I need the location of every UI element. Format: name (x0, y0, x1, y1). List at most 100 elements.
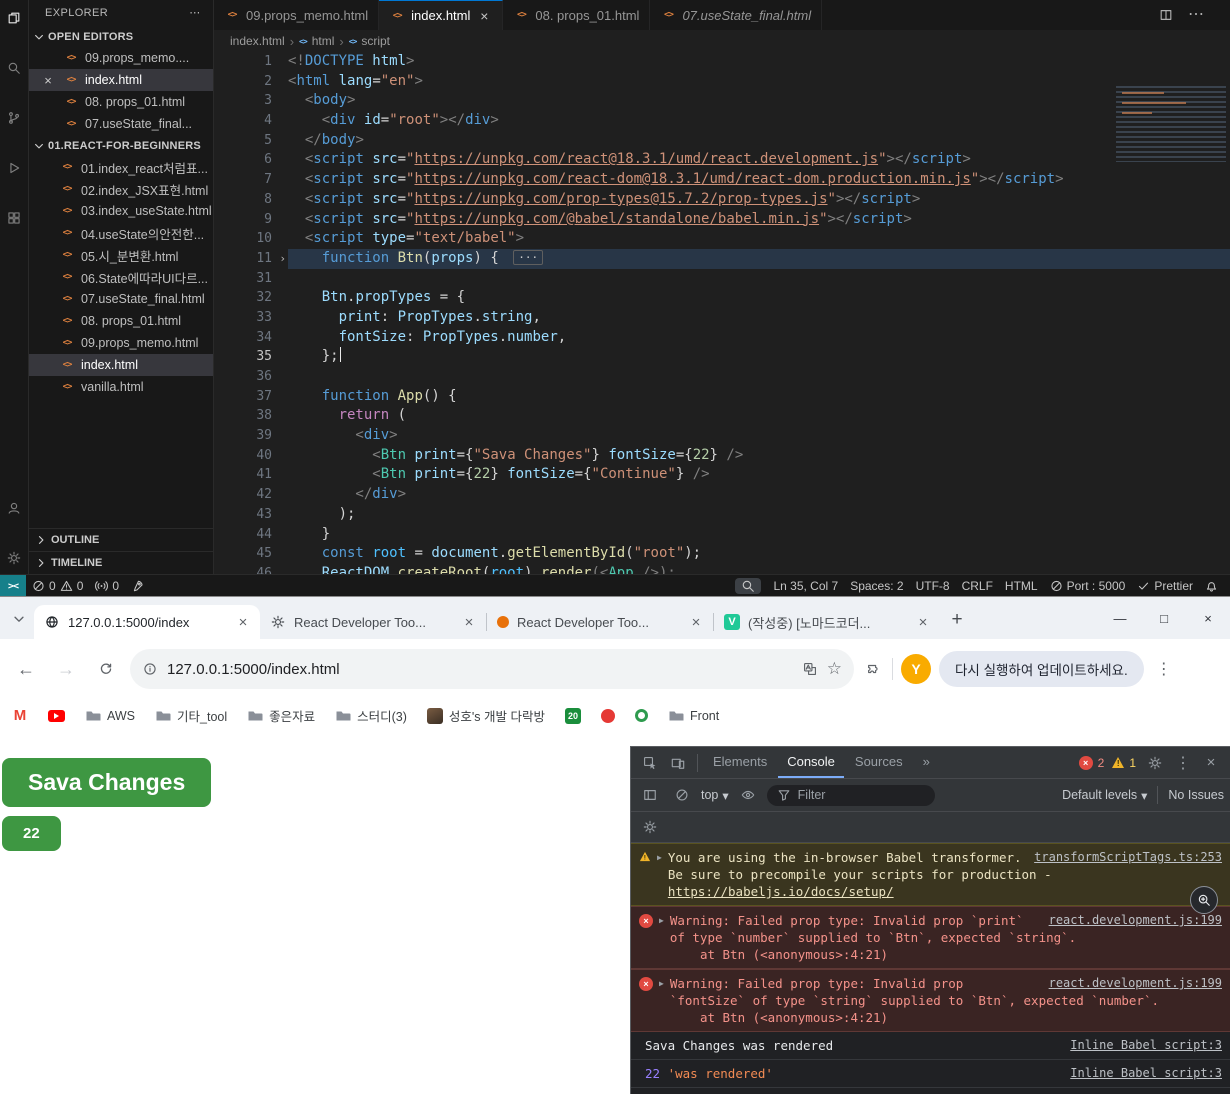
message-text[interactable]: react.development.js:199 Warning: Failed … (670, 975, 1222, 1026)
language-indicator[interactable]: HTML (999, 575, 1044, 597)
open-editor-item[interactable]: <> 07.useState_final... (29, 113, 213, 135)
source-control-activity-button[interactable] (2, 106, 26, 130)
close-icon[interactable]: × (476, 8, 492, 24)
folder-section-header[interactable]: 01.REACT-FOR-BEGINNERS (29, 135, 213, 156)
message-text[interactable]: Inline Babel script:3 Sava Changes was re… (645, 1037, 1222, 1054)
live-expression-eye-button[interactable] (735, 782, 761, 808)
file-item[interactable]: <> 06.State에따라UI다르... (29, 266, 213, 288)
maximize-button[interactable]: □ (1142, 597, 1186, 639)
ports-status[interactable]: 0 (89, 575, 125, 597)
bookmark-item[interactable] (635, 709, 649, 722)
more-actions-icon[interactable]: ⋯ (187, 5, 203, 21)
open-editors-header[interactable]: OPEN EDITORS (29, 26, 213, 47)
file-item[interactable]: <> vanilla.html (29, 376, 213, 398)
forward-icon[interactable]: → (50, 653, 82, 685)
extensions-puzzle-icon[interactable] (862, 658, 884, 680)
remote-indicator[interactable]: >< (0, 575, 26, 597)
line-col-indicator[interactable]: Ln 35, Col 7 (767, 575, 844, 597)
devtools-tab-sources[interactable]: Sources (846, 747, 912, 778)
bookmark-item[interactable]: AWS (85, 708, 135, 724)
fold-chevron-icon[interactable]: › (279, 249, 286, 269)
split-editor-icon[interactable] (1158, 7, 1174, 23)
devtools-menu-kebab-icon[interactable]: ⋮ (1170, 750, 1196, 776)
console-sidebar-button[interactable] (637, 782, 663, 808)
problems-status[interactable]: 00 (26, 575, 89, 597)
file-item[interactable]: <> 05.시_분변환.html (29, 244, 213, 266)
error-badge-icon[interactable]: × (1078, 755, 1093, 770)
timeline-section[interactable]: TIMELINE (29, 551, 213, 574)
site-info-icon[interactable] (142, 661, 158, 677)
settings-gear-activity-button[interactable] (2, 546, 26, 570)
notifications-bell[interactable] (1199, 575, 1224, 597)
breadcrumb-item[interactable]: script (361, 34, 390, 48)
profile-avatar[interactable]: Y (901, 654, 931, 684)
breadcrumb[interactable]: index.html › <> html › <> script (214, 30, 1230, 52)
address-bar[interactable]: 127.0.0.1:5000/index.html ☆ (130, 649, 854, 689)
update-chrome-button[interactable]: 다시 실행하여 업데이트하세요. (939, 651, 1144, 687)
eol-indicator[interactable]: CRLF (956, 575, 999, 597)
browser-tab[interactable]: React Developer Too... × (260, 605, 486, 639)
lens-zoom-button[interactable] (1190, 886, 1218, 914)
source-link[interactable]: transformScriptTags.ts:253 (1034, 849, 1222, 866)
file-item[interactable]: <> 02.index_JSX표현.html (29, 178, 213, 200)
minimap[interactable] (1116, 86, 1226, 162)
devtools-settings-button[interactable] (1142, 750, 1168, 776)
warning-badge-icon[interactable] (1112, 757, 1125, 768)
status-search-button[interactable] (735, 578, 762, 594)
editor-tab[interactable]: <> 07.useState_final.html (650, 0, 823, 30)
file-item[interactable]: <> 08. props_01.html (29, 310, 213, 332)
account-activity-button[interactable] (2, 496, 26, 520)
new-tab-button[interactable]: + (944, 607, 970, 633)
expand-arrow-icon[interactable]: ▶ (657, 853, 662, 862)
more-tabs-button[interactable]: » (914, 747, 939, 778)
spaces-indicator[interactable]: Spaces: 2 (844, 575, 909, 597)
message-text[interactable]: Inline Babel script:3 22 'was rendered' (645, 1065, 1222, 1082)
browser-tab[interactable]: 127.0.0.1:5000/index × (34, 605, 260, 639)
extensions-activity-button[interactable] (2, 206, 26, 230)
bookmark-item[interactable]: 스터디(3) (335, 706, 407, 725)
bookmark-item[interactable]: Front (668, 708, 719, 724)
devtools-tab-console[interactable]: Console (778, 747, 844, 778)
files-activity-button[interactable] (2, 6, 26, 30)
expand-arrow-icon[interactable]: ▶ (659, 916, 664, 925)
file-item[interactable]: <> 01.index_react처럼표... (29, 156, 213, 178)
search-activity-button[interactable] (2, 56, 26, 80)
file-item[interactable]: <> index.html (29, 354, 213, 376)
message-url-link[interactable]: https://babeljs.io/docs/setup/ (668, 884, 894, 899)
editor-tab[interactable]: <> 08. props_01.html (503, 0, 651, 30)
editor-tab[interactable]: <> 09.props_memo.html (214, 0, 380, 30)
bookmark-item[interactable]: 기타_tool (155, 706, 227, 725)
react-btn-big[interactable]: Sava Changes (2, 758, 212, 807)
close-icon[interactable]: × (460, 613, 478, 631)
source-link[interactable]: react.development.js:199 (1049, 975, 1222, 992)
source-link[interactable]: Inline Babel script:3 (1070, 1037, 1222, 1054)
clear-console-button[interactable] (669, 782, 695, 808)
file-item[interactable]: <> 07.useState_final.html (29, 288, 213, 310)
url-text[interactable]: 127.0.0.1:5000/index.html (167, 661, 793, 678)
expand-arrow-icon[interactable]: ▶ (659, 979, 664, 988)
run-debug-activity-button[interactable] (2, 156, 26, 180)
log-levels-selector[interactable]: Default levels ▾ (1062, 788, 1147, 803)
breadcrumb-item[interactable]: html (312, 34, 335, 48)
editor-tab[interactable]: <> index.html × (379, 0, 504, 30)
folded-code-marker[interactable]: ··· (513, 249, 544, 265)
source-link[interactable]: react.development.js:199 (1049, 912, 1222, 929)
port-indicator[interactable]: Port : 5000 (1044, 575, 1132, 597)
bookmark-item[interactable]: 20 (565, 707, 582, 724)
message-text[interactable]: react.development.js:199 Warning: Failed … (670, 912, 1222, 963)
file-item[interactable]: <> 04.useState의안전한... (29, 222, 213, 244)
close-icon[interactable]: × (914, 613, 932, 631)
context-selector[interactable]: top ▾ (701, 788, 729, 803)
close-icon[interactable]: × (41, 73, 55, 88)
minimize-button[interactable]: — (1098, 597, 1142, 639)
message-text[interactable]: transformScriptTags.ts:253 You are using … (668, 849, 1222, 900)
back-icon[interactable]: ← (10, 653, 42, 685)
bookmark-item[interactable]: M (12, 707, 28, 724)
open-editor-item[interactable]: × <> index.html (29, 69, 213, 91)
encoding-indicator[interactable]: UTF-8 (910, 575, 956, 597)
bookmark-item[interactable]: 좋은자료 (247, 706, 315, 725)
file-item[interactable]: <> 09.props_memo.html (29, 332, 213, 354)
launch-status[interactable] (125, 575, 150, 597)
tab-search-button[interactable] (6, 606, 32, 632)
close-icon[interactable]: × (234, 613, 252, 631)
